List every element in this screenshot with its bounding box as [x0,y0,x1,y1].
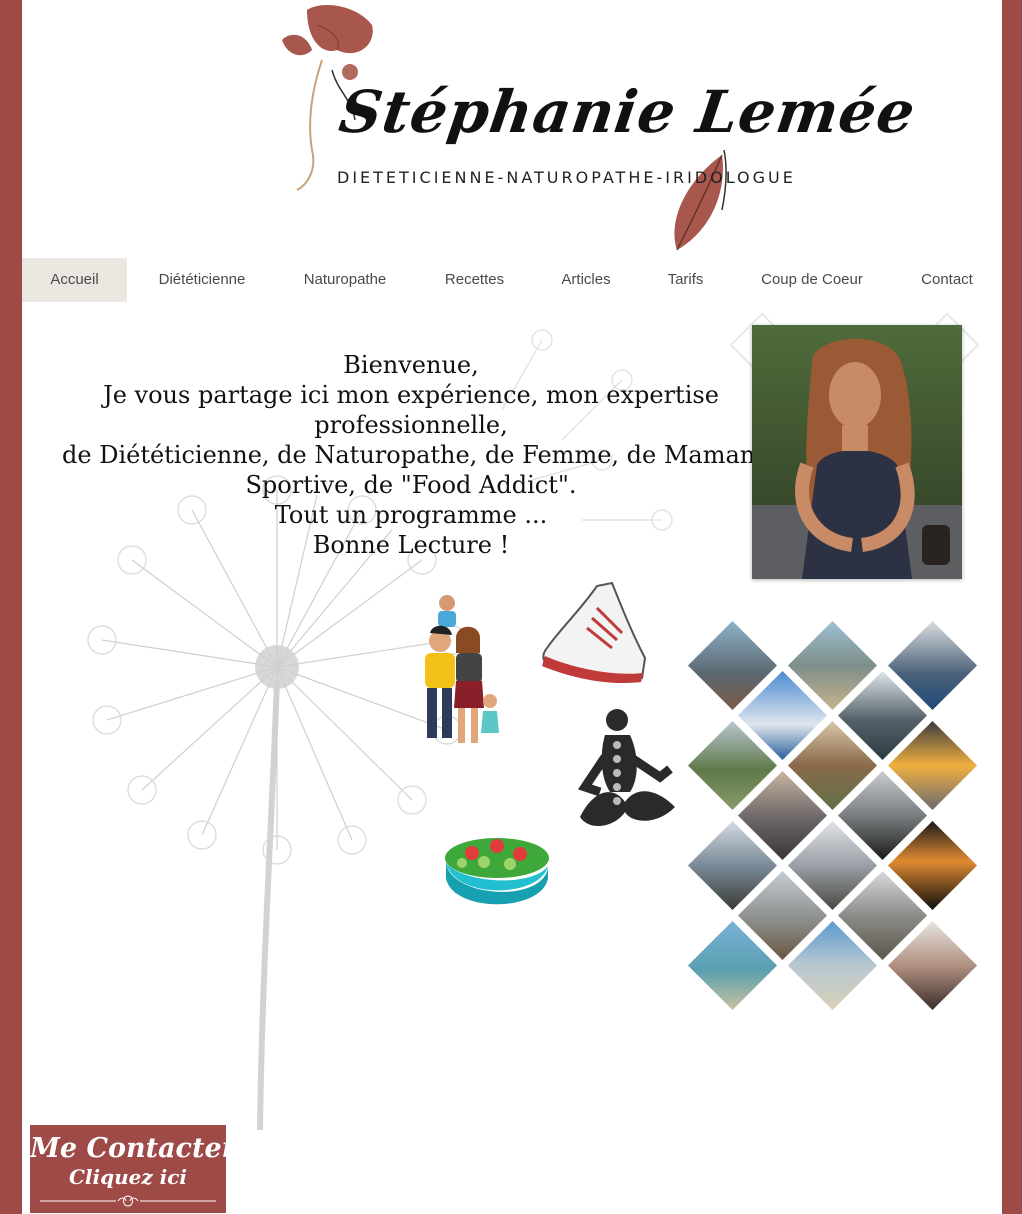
meditation-chakra-icon [577,709,675,827]
welcome-line: Je vous partage ici mon expérience, mon … [103,381,719,409]
nav-item-dieteticienne[interactable]: Diététicienne [142,258,262,302]
photo-collage[interactable] [682,620,982,1011]
contact-cta-button[interactable]: Me Contacter ? Cliquez ici [30,1125,262,1213]
nav-item-coup-de-coeur[interactable]: Coup de Coeur [752,258,872,302]
sneaker-icon [542,581,647,684]
leaf-icon [674,150,727,251]
welcome-line: Bienvenue, [343,351,479,379]
nav-item-contact[interactable]: Contact [907,258,987,302]
nav-item-recettes[interactable]: Recettes [432,258,517,302]
welcome-line: Sportive, de "Food Addict". [245,471,577,499]
welcome-text: Bienvenue, Je vous partage ici mon expér… [62,350,801,560]
welcome-line: Bonne Lecture ! [312,531,510,559]
site-logo[interactable]: Stéphanie Lemée DIETETICIENNE-NATUROPATH… [22,0,1002,255]
page: Stéphanie Lemée DIETETICIENNE-NATUROPATH… [22,0,1002,1214]
brand-tagline: DIETETICIENNE-NATUROPATHE-IRIDOLOGUE [337,168,796,187]
nav-item-naturopathe[interactable]: Naturopathe [290,258,400,302]
nav-item-articles[interactable]: Articles [547,258,625,302]
welcome-line: professionnelle, [314,411,508,439]
left-border [0,0,22,1214]
welcome-line: de Diététicienne, de Naturopathe, de Fem… [62,441,801,469]
cta-line-1: Me Contacter ? [30,1133,262,1164]
welcome-line: Tout un programme ... [274,501,548,529]
family-icon [425,595,499,743]
portrait-photo [752,325,962,579]
nav-item-accueil[interactable]: Accueil [22,258,127,302]
nav-item-tarifs[interactable]: Tarifs [658,258,713,302]
right-border [1002,0,1022,1214]
cta-line-2: Cliquez ici [68,1165,188,1189]
salad-bowl-icon [445,838,549,905]
ornament-divider-icon [40,1195,216,1207]
brand-name: Stéphanie Lemée [335,78,920,146]
main-nav: Accueil Diététicienne Naturopathe Recett… [22,258,1002,302]
